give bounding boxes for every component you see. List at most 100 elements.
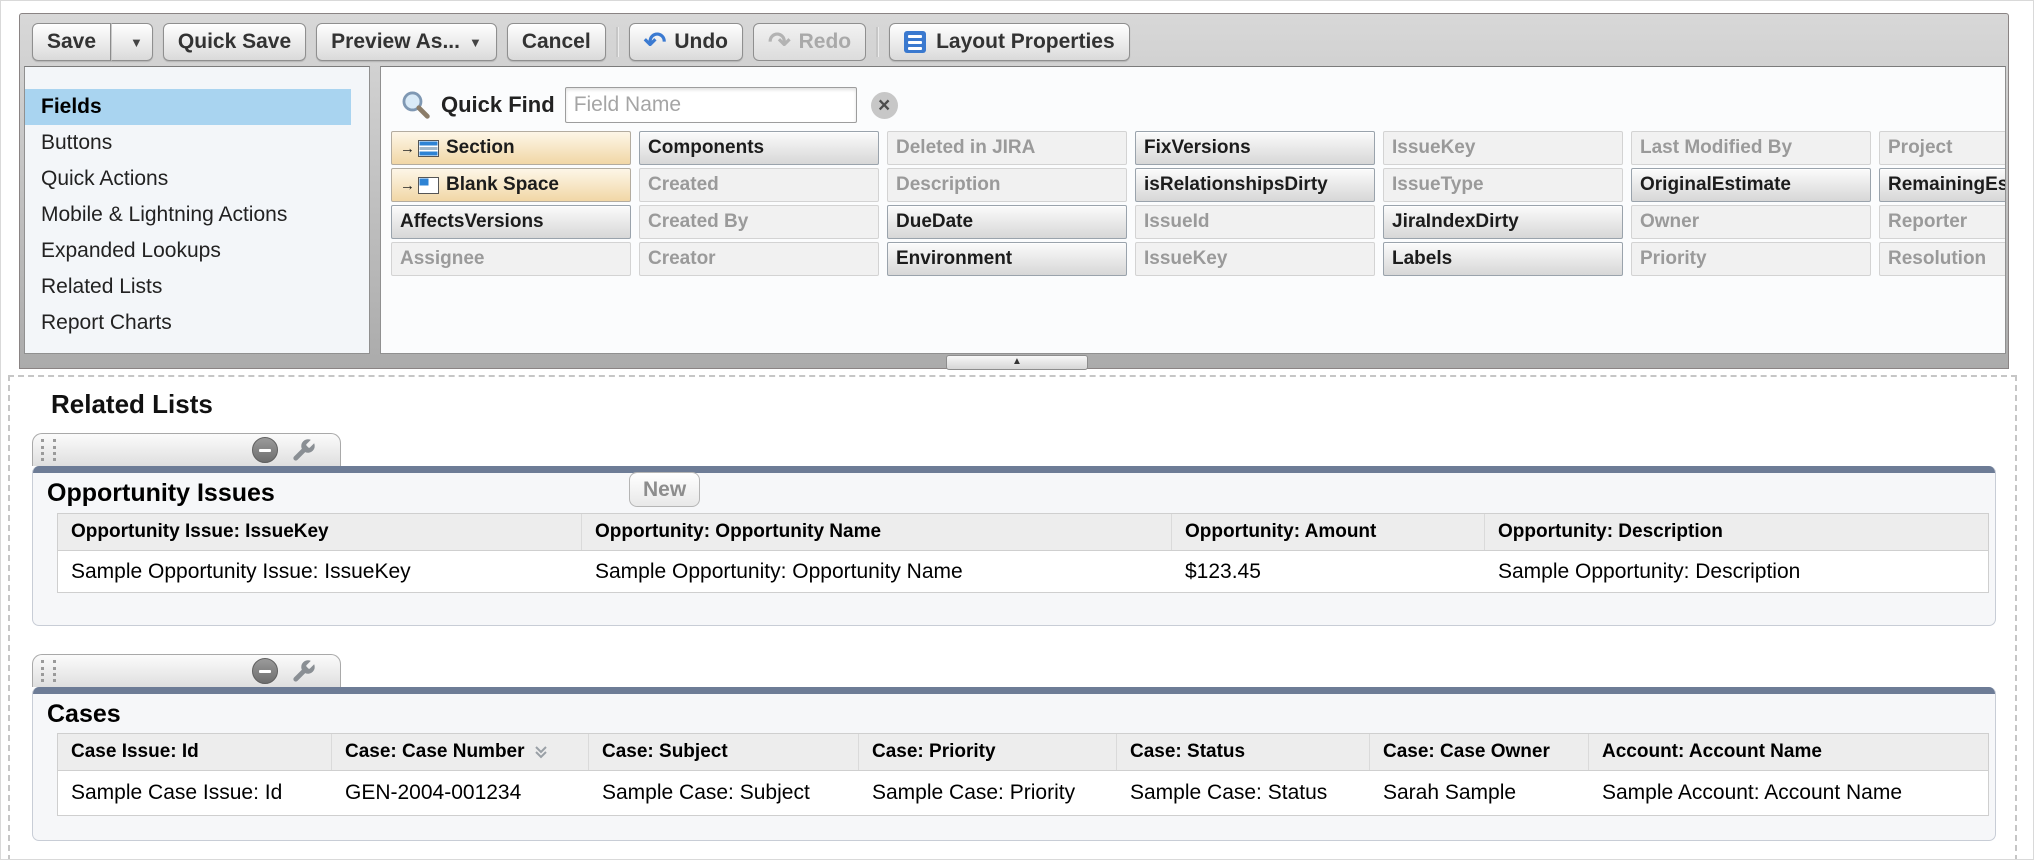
palette-item-label: Creator — [648, 248, 716, 270]
palette-item-label: DueDate — [896, 211, 973, 233]
palette-item-created: Created — [639, 168, 879, 202]
collapse-palette-button[interactable]: ▲ — [946, 355, 1088, 370]
palette-item-resolution: Resolution — [1879, 242, 2006, 276]
table-cell: Sample Case: Status — [1117, 771, 1370, 815]
chevron-down-icon: ▼ — [469, 36, 482, 49]
column-header: Account: Account Name — [1589, 734, 1988, 770]
sort-descending-icon — [533, 744, 549, 760]
cancel-button[interactable]: Cancel — [507, 23, 606, 61]
palette-item-creator: Creator — [639, 242, 879, 276]
palette-item-label: Created — [648, 174, 719, 196]
new-button: New — [629, 472, 700, 507]
palette-item-label: Priority — [1640, 248, 1707, 270]
remove-cases-button[interactable] — [252, 658, 278, 684]
section-title: Related Lists — [51, 389, 2015, 419]
drag-arrow-icon: → — [400, 177, 415, 194]
chevron-up-icon: ▲ — [1012, 356, 1022, 367]
palette-item-originalestimate[interactable]: OriginalEstimate — [1631, 168, 1871, 202]
palette-item-fixversions[interactable]: FixVersions — [1135, 131, 1375, 165]
drag-arrow-icon: → — [400, 140, 415, 157]
opportunity-issues-drag-tab[interactable] — [32, 433, 341, 466]
column-header: Case: Case Number — [332, 734, 589, 770]
section-icon — [418, 140, 439, 157]
palette-item-duedate[interactable]: DueDate — [887, 205, 1127, 239]
redo-label: Redo — [799, 30, 852, 54]
related-list-title: Opportunity Issues — [47, 479, 275, 508]
sidebar-list: FieldsButtonsQuick ActionsMobile & Light… — [25, 67, 369, 341]
palette-item-reporter: Reporter — [1879, 205, 2006, 239]
clear-search-button[interactable]: × — [871, 92, 898, 119]
sidebar-item-fields[interactable]: Fields — [25, 89, 351, 125]
palette-item-isrelationshipsdirty[interactable]: isRelationshipsDirty — [1135, 168, 1375, 202]
palette-item-label: OriginalEstimate — [1640, 174, 1791, 196]
save-button[interactable]: Save — [32, 23, 111, 61]
palette-item-labels[interactable]: Labels — [1383, 242, 1623, 276]
edit-properties-wrench-icon[interactable] — [290, 437, 317, 464]
palette-item-label: Owner — [1640, 211, 1699, 233]
cases-preview-table: Case Issue: IdCase: Case NumberCase: Sub… — [57, 733, 1989, 816]
palette-item-issuekey: IssueKey — [1135, 242, 1375, 276]
column-header: Case Issue: Id — [58, 734, 332, 770]
quick-find-input[interactable] — [565, 87, 857, 123]
palette-item-label: Created By — [648, 211, 748, 233]
undo-button[interactable]: ↶ Undo — [629, 23, 743, 61]
opportunity-issues-related-list-panel: Opportunity Issues New Opportunity Issue: … — [32, 466, 1996, 626]
table-row: Sample Opportunity Issue: IssueKeySample… — [57, 551, 1989, 593]
search-icon — [399, 88, 433, 122]
column-header: Opportunity Issue: IssueKey — [58, 514, 582, 550]
drag-handle-icon[interactable] — [41, 660, 56, 682]
sidebar-item-buttons[interactable]: Buttons — [25, 125, 351, 161]
related-list-widgets: Opportunity Issues New Opportunity Issue: … — [10, 433, 2015, 841]
table-cell: Sample Case: Subject — [589, 771, 859, 815]
sidebar-item-related-lists[interactable]: Related Lists — [25, 269, 351, 305]
palette-item-label: RemainingEstimate — [1888, 174, 2006, 196]
palette-item-label: IssueKey — [1144, 248, 1227, 270]
table-cell: Sample Opportunity: Description — [1485, 551, 1988, 592]
remove-opportunity-issues-button[interactable] — [252, 437, 278, 463]
sidebar-item-report-charts[interactable]: Report Charts — [25, 305, 351, 341]
palette-item-section[interactable]: → Section — [391, 131, 631, 165]
sidebar-item-quick-actions[interactable]: Quick Actions — [25, 161, 351, 197]
close-icon: × — [878, 95, 890, 116]
column-header: Opportunity: Description — [1485, 514, 1988, 550]
palette-item-label: Reporter — [1888, 211, 1967, 233]
drag-handle-icon[interactable] — [41, 439, 56, 461]
palette-item-label: Section — [446, 137, 515, 159]
cases-drag-tab[interactable] — [32, 654, 341, 687]
preview-as-button[interactable]: Preview As...▼ — [316, 23, 497, 61]
undo-label: Undo — [674, 30, 728, 54]
related-lists-section: Related Lists Opportunity IssuesNewOppor… — [8, 375, 2017, 860]
sidebar-item-mobile-lightning-actions[interactable]: Mobile & Lightning Actions — [25, 197, 351, 233]
layout-properties-button[interactable]: Layout Properties — [889, 23, 1130, 61]
edit-properties-wrench-icon[interactable] — [290, 658, 317, 685]
palette-item-components[interactable]: Components — [639, 131, 879, 165]
table-cell: Sample Case Issue: Id — [58, 771, 332, 815]
table-row: Sample Case Issue: IdGEN-2004-001234Samp… — [57, 771, 1989, 816]
table-cell: $123.45 — [1172, 551, 1485, 592]
layout-editor-frame: Save ▼ Quick Save Preview As...▼ Cancel … — [19, 13, 2009, 369]
palette-item-deleted-in-jira: Deleted in JIRA — [887, 131, 1127, 165]
palette-item-blank-space[interactable]: →Blank Space — [391, 168, 631, 202]
palette-item-label: Last Modified By — [1640, 137, 1792, 159]
toolbar-separator — [876, 27, 879, 57]
table-header-row: Case Issue: IdCase: Case NumberCase: Sub… — [57, 733, 1989, 771]
save-dropdown-button[interactable]: ▼ — [111, 23, 153, 61]
palette-item-label: Resolution — [1888, 248, 1986, 270]
palette-item-jiraindexdirty[interactable]: JiraIndexDirty — [1383, 205, 1623, 239]
palette-item-issueid: IssueId — [1135, 205, 1375, 239]
related-list-title: Cases — [47, 700, 121, 729]
save-split-button: Save ▼ — [32, 23, 153, 61]
table-header-row: Opportunity Issue: IssueKey Opportunity: … — [57, 513, 1989, 551]
palette-item-affectsversions[interactable]: AffectsVersions — [391, 205, 631, 239]
undo-icon: ↶ — [644, 29, 667, 56]
palette-item-label: Assignee — [400, 248, 484, 270]
opportunity-issues-preview-table: Opportunity Issue: IssueKey Opportunity: … — [57, 513, 1989, 593]
palette-item-environment[interactable]: Environment — [887, 242, 1127, 276]
palette-item-label: JiraIndexDirty — [1392, 211, 1519, 233]
quick-save-button[interactable]: Quick Save — [163, 23, 306, 61]
table-cell: Sample Opportunity: Opportunity Name — [582, 551, 1172, 592]
palette-item-remainingestimate[interactable]: RemainingEstimate — [1879, 168, 2006, 202]
palette-item-label: Deleted in JIRA — [896, 137, 1035, 159]
palette-item-label: Components — [648, 137, 764, 159]
sidebar-item-expanded-lookups[interactable]: Expanded Lookups — [25, 233, 351, 269]
